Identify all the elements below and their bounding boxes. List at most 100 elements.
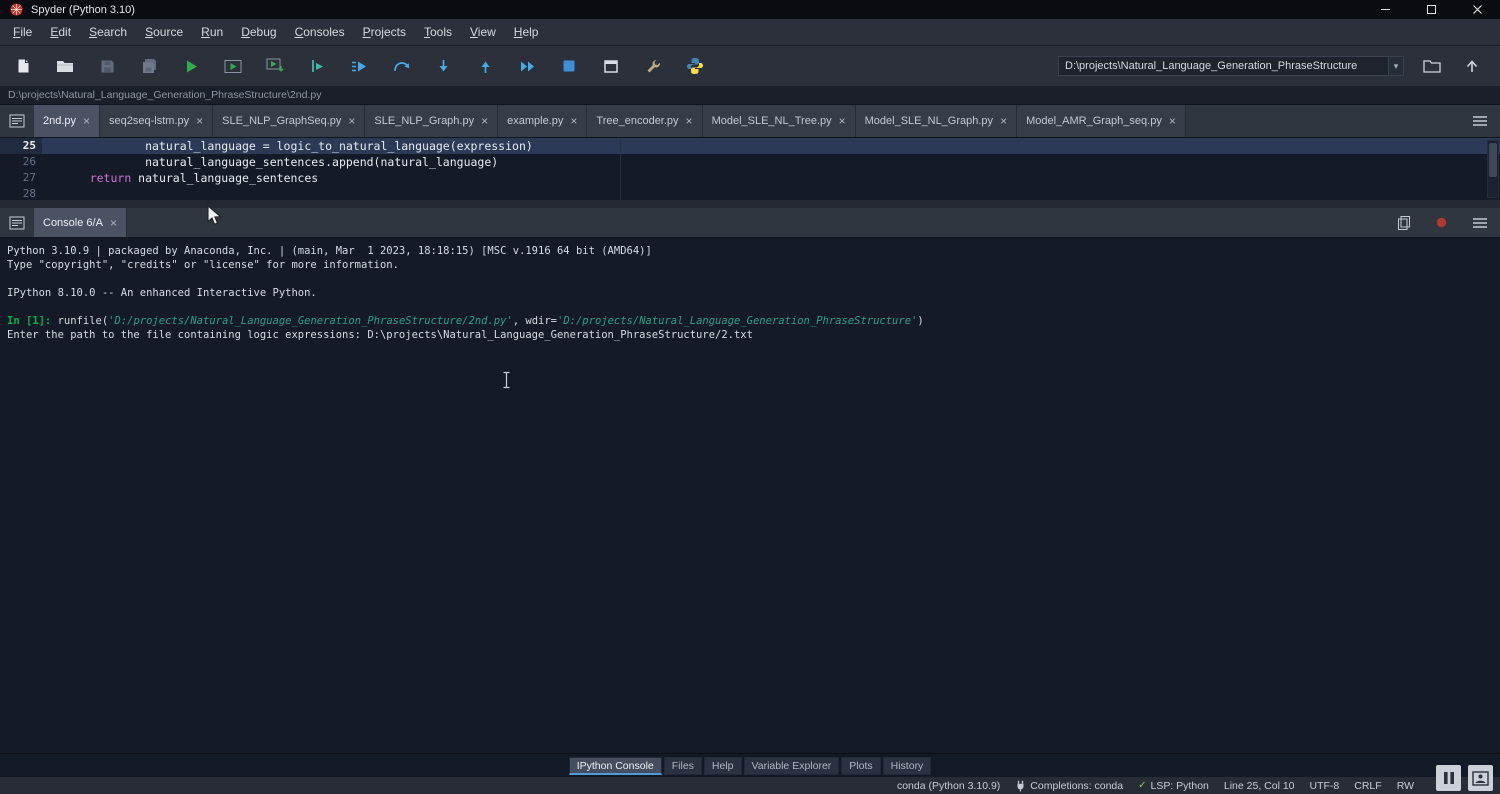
console-tab[interactable]: Console 6/A × xyxy=(34,208,127,237)
menu-item-source[interactable]: Source xyxy=(136,21,192,43)
line-number[interactable]: 25 xyxy=(0,138,42,154)
menu-item-run[interactable]: Run xyxy=(192,21,232,43)
line-number[interactable]: 27 xyxy=(0,170,42,186)
editor-options-button[interactable] xyxy=(1472,105,1500,137)
menu-item-file[interactable]: File xyxy=(4,21,41,43)
editor-tab-2nd.py[interactable]: 2nd.py× xyxy=(34,105,100,137)
file-path-breadcrumb: D:\projects\Natural_Language_Generation_… xyxy=(0,86,1500,105)
editor-tab-bar: 2nd.py×seq2seq-lstm.py×SLE_NLP_GraphSeq.… xyxy=(0,105,1500,138)
step-over-button[interactable] xyxy=(386,51,416,81)
save-button[interactable] xyxy=(92,51,122,81)
console-line xyxy=(7,272,1492,286)
step-over-icon xyxy=(392,59,410,74)
pane-tab-history[interactable]: History xyxy=(883,757,932,775)
tab-close-icon[interactable]: × xyxy=(686,115,693,127)
console-tab-close-icon[interactable]: × xyxy=(110,217,117,229)
tab-close-icon[interactable]: × xyxy=(570,115,577,127)
menu-item-search[interactable]: Search xyxy=(80,21,136,43)
save-all-icon xyxy=(141,58,158,74)
code-text[interactable] xyxy=(42,186,1500,200)
console-line: IPython 8.10.0 -- An enhanced Interactiv… xyxy=(7,286,1492,300)
menu-item-projects[interactable]: Projects xyxy=(354,21,415,43)
parent-directory-button[interactable] xyxy=(1460,54,1484,78)
console-output[interactable]: Python 3.10.9 | packaged by Anaconda, In… xyxy=(0,238,1500,754)
line-number[interactable]: 26 xyxy=(0,154,42,170)
maximize-pane-icon xyxy=(603,59,619,74)
maximize-pane-button[interactable] xyxy=(596,51,626,81)
pane-tab-variable-explorer[interactable]: Variable Explorer xyxy=(744,757,840,775)
working-directory-combobox[interactable]: D:\projects\Natural_Language_Generation_… xyxy=(1058,56,1404,76)
browse-tabs-button[interactable] xyxy=(0,105,34,137)
close-button[interactable] xyxy=(1454,0,1500,19)
pane-tab-plots[interactable]: Plots xyxy=(841,757,880,775)
tab-close-icon[interactable]: × xyxy=(348,115,355,127)
options-menu-button[interactable] xyxy=(1472,217,1488,229)
tab-close-icon[interactable]: × xyxy=(1000,115,1007,127)
console-browse-tabs-button[interactable] xyxy=(0,208,34,237)
browse-directory-button[interactable] xyxy=(1420,54,1444,78)
pane-tab-help[interactable]: Help xyxy=(704,757,742,775)
editor-tab-Tree_encoder.py[interactable]: Tree_encoder.py× xyxy=(587,105,702,137)
interrupt-kernel-button[interactable] xyxy=(1436,217,1447,228)
spyder-logo-icon xyxy=(10,3,23,16)
minimize-icon xyxy=(1380,4,1391,15)
tab-close-icon[interactable]: × xyxy=(481,115,488,127)
python-path-button[interactable] xyxy=(680,51,710,81)
editor-tab-SLE_NLP_GraphSeq.py[interactable]: SLE_NLP_GraphSeq.py× xyxy=(213,105,365,137)
editor-tab-example.py[interactable]: example.py× xyxy=(498,105,587,137)
menu-item-edit[interactable]: Edit xyxy=(41,21,80,43)
tab-close-icon[interactable]: × xyxy=(1169,115,1176,127)
run-file-button[interactable] xyxy=(176,51,206,81)
gallery-button[interactable] xyxy=(1468,765,1493,791)
editor-tab-Model_SLE_NL_Tree.py[interactable]: Model_SLE_NL_Tree.py× xyxy=(703,105,856,137)
step-into-button[interactable] xyxy=(428,51,458,81)
menu-item-help[interactable]: Help xyxy=(505,21,548,43)
console-line xyxy=(7,300,1492,314)
editor-tab-SLE_NLP_Graph.py[interactable]: SLE_NLP_Graph.py× xyxy=(365,105,498,137)
status-interpreter: conda (Python 3.10.9) xyxy=(897,780,1000,792)
tab-close-icon[interactable]: × xyxy=(196,115,203,127)
status-encoding-label: UTF-8 xyxy=(1310,780,1340,792)
continue-button[interactable] xyxy=(512,51,542,81)
pane-tab-ipython-console[interactable]: IPython Console xyxy=(569,757,662,775)
pane-tab-files[interactable]: Files xyxy=(664,757,702,775)
menu-item-debug[interactable]: Debug xyxy=(232,21,285,43)
pane-splitter[interactable] xyxy=(0,200,1500,208)
check-icon: ✓ xyxy=(1138,780,1146,791)
open-file-icon xyxy=(56,59,74,74)
debug-file-button[interactable] xyxy=(344,51,374,81)
scrollbar-thumb[interactable] xyxy=(1489,143,1497,177)
editor-tab-Model_SLE_NL_Graph.py[interactable]: Model_SLE_NL_Graph.py× xyxy=(856,105,1017,137)
step-return-button[interactable] xyxy=(470,51,500,81)
menu-item-tools[interactable]: Tools xyxy=(415,21,461,43)
status-eol: CRLF xyxy=(1354,780,1381,792)
menu-item-consoles[interactable]: Consoles xyxy=(286,21,354,43)
run-selection-button[interactable] xyxy=(302,51,332,81)
code-text[interactable]: return natural_language_sentences xyxy=(42,170,1500,186)
menu-item-view[interactable]: View xyxy=(461,21,505,43)
editor-scrollbar[interactable] xyxy=(1487,140,1499,198)
tab-close-icon[interactable]: × xyxy=(83,115,90,127)
editor-tab-seq2seq-lstm.py[interactable]: seq2seq-lstm.py× xyxy=(100,105,213,137)
tab-close-icon[interactable]: × xyxy=(839,115,846,127)
maximize-button[interactable] xyxy=(1408,0,1454,19)
pause-button[interactable] xyxy=(1436,765,1461,791)
code-line: 27 return natural_language_sentences xyxy=(0,170,1500,186)
code-editor[interactable]: 25 natural_language = logic_to_natural_l… xyxy=(0,138,1500,200)
code-text[interactable]: natural_language_sentences.append(natura… xyxy=(42,154,1500,170)
run-cell-advance-button[interactable] xyxy=(260,51,290,81)
editor-tab-Model_AMR_Graph_seq.py[interactable]: Model_AMR_Graph_seq.py× xyxy=(1017,105,1186,137)
save-icon xyxy=(100,59,115,74)
open-file-button[interactable] xyxy=(50,51,80,81)
stop-button[interactable] xyxy=(554,51,584,81)
run-cell-button[interactable] xyxy=(218,51,248,81)
line-number[interactable]: 28 xyxy=(0,186,42,200)
code-text[interactable]: natural_language = logic_to_natural_lang… xyxy=(42,138,1500,154)
save-all-button[interactable] xyxy=(134,51,164,81)
preferences-button[interactable] xyxy=(638,51,668,81)
title-bar: Spyder (Python 3.10) xyxy=(0,0,1500,19)
minimize-button[interactable] xyxy=(1362,0,1408,19)
chevron-down-icon[interactable]: ▾ xyxy=(1388,57,1403,75)
new-file-button[interactable] xyxy=(8,51,38,81)
copy-button[interactable] xyxy=(1397,215,1411,231)
